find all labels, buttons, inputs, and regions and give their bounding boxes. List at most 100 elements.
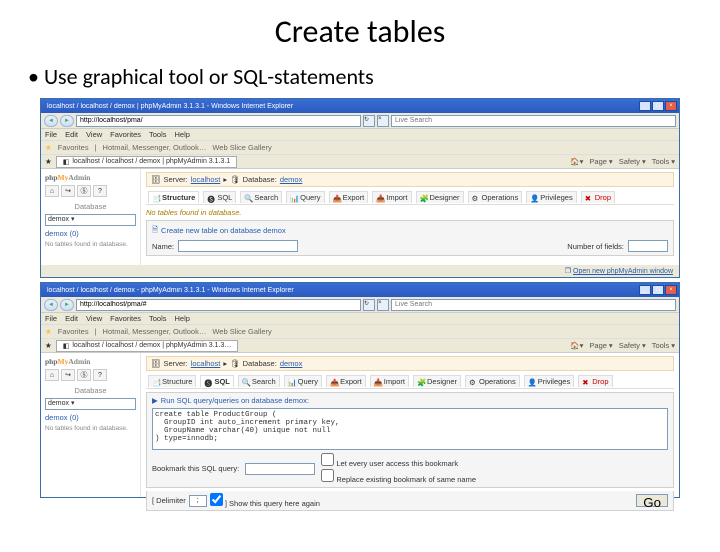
tab-query[interactable]: 📊Query: [284, 375, 322, 387]
menu-edit[interactable]: Edit: [65, 314, 78, 323]
tab-export[interactable]: 📤Export: [329, 191, 369, 203]
menu-file[interactable]: File: [45, 314, 57, 323]
refresh-button[interactable]: ↻: [363, 299, 375, 311]
tab-operations[interactable]: ⚙Operations: [465, 375, 520, 387]
menu-edit[interactable]: Edit: [65, 130, 78, 139]
tab-privileges[interactable]: 👤Privileges: [526, 191, 577, 203]
docs-icon[interactable]: ?: [93, 185, 107, 197]
page-menu[interactable]: Page ▾: [589, 341, 612, 350]
home-icon[interactable]: ⌂: [45, 185, 59, 197]
back-button[interactable]: ◄: [44, 115, 58, 127]
close-button[interactable]: ×: [665, 285, 677, 295]
go-button[interactable]: Go: [636, 494, 668, 507]
sql-textarea[interactable]: [152, 408, 668, 450]
maximize-button[interactable]: □: [652, 101, 664, 111]
tab-search[interactable]: 🔍Search: [238, 375, 280, 387]
favorite-link-2[interactable]: Web Slice Gallery: [212, 143, 271, 152]
tab-query[interactable]: 📊Query: [286, 191, 324, 203]
close-button[interactable]: ×: [665, 101, 677, 111]
breadcrumb-db[interactable]: demox: [280, 175, 303, 184]
stop-button[interactable]: ×: [377, 115, 389, 127]
search-input[interactable]: [391, 115, 676, 127]
menu-view[interactable]: View: [86, 130, 102, 139]
sql-icon[interactable]: Ⓢ: [77, 185, 91, 197]
add-favorite-icon[interactable]: ★: [45, 157, 52, 166]
menu-help[interactable]: Help: [175, 314, 190, 323]
tab-sql[interactable]: 🅢SQL: [200, 375, 233, 387]
tab-designer[interactable]: 🧩Designer: [416, 191, 464, 203]
new-window-icon: ❐: [565, 268, 571, 275]
tab-designer[interactable]: 🧩Designer: [413, 375, 461, 387]
safety-menu[interactable]: Safety ▾: [619, 341, 646, 350]
search-input[interactable]: [391, 299, 676, 311]
open-new-window-link[interactable]: Open new phpMyAdmin window: [573, 268, 673, 275]
tab-structure[interactable]: 📑Structure: [148, 191, 199, 203]
tab-import[interactable]: 📥Import: [372, 191, 411, 203]
favorites-star-icon[interactable]: ★: [45, 327, 52, 336]
cb-replace[interactable]: Replace existing bookmark of same name: [321, 469, 476, 484]
database-select[interactable]: demox ▾: [45, 398, 136, 410]
stop-button[interactable]: ×: [377, 299, 389, 311]
home-menu[interactable]: 🏠▾: [570, 341, 583, 350]
sql-icon[interactable]: Ⓢ: [77, 369, 91, 381]
add-favorite-icon[interactable]: ★: [45, 341, 52, 350]
database-select[interactable]: demox ▾: [45, 214, 136, 226]
home-icon[interactable]: ⌂: [45, 369, 59, 381]
minimize-button[interactable]: _: [639, 285, 651, 295]
tab-structure[interactable]: 📑Structure: [148, 375, 196, 387]
bookmark-input[interactable]: [245, 463, 315, 475]
docs-icon[interactable]: ?: [93, 369, 107, 381]
home-menu[interactable]: 🏠▾: [570, 157, 583, 166]
menu-file[interactable]: File: [45, 130, 57, 139]
logout-icon[interactable]: ↪: [61, 185, 75, 197]
create-table-fieldset: 🗎Create new table on database demox Name…: [146, 220, 674, 256]
back-button[interactable]: ◄: [44, 299, 58, 311]
cb-show-again[interactable]: ] Show this query here again: [210, 493, 320, 508]
menu-favorites[interactable]: Favorites: [110, 130, 141, 139]
address-bar[interactable]: [76, 115, 361, 127]
tab-privileges[interactable]: 👤Privileges: [524, 375, 575, 387]
breadcrumb-db[interactable]: demox: [280, 359, 303, 368]
no-tables-msg-side: No tables found in database.: [45, 241, 136, 248]
tab-sql[interactable]: 🅢SQL: [203, 191, 236, 203]
logout-icon[interactable]: ↪: [61, 369, 75, 381]
browser-tab[interactable]: ◧localhost / localhost / demox | phpMyAd…: [56, 156, 237, 168]
delimiter-input[interactable]: [189, 495, 207, 507]
menu-tools[interactable]: Tools: [149, 314, 167, 323]
forward-button[interactable]: ►: [60, 299, 74, 311]
slide-title: Create tables: [0, 12, 720, 51]
forward-button[interactable]: ►: [60, 115, 74, 127]
safety-menu[interactable]: Safety ▾: [619, 157, 646, 166]
maximize-button[interactable]: □: [652, 285, 664, 295]
tools-menu[interactable]: Tools ▾: [652, 341, 675, 350]
bookmark-label: Bookmark this SQL query:: [152, 464, 239, 473]
menu-view[interactable]: View: [86, 314, 102, 323]
tab-import[interactable]: 📥Import: [370, 375, 409, 387]
menu-favorites[interactable]: Favorites: [110, 314, 141, 323]
search-icon: 🔍: [244, 194, 252, 202]
menu-help[interactable]: Help: [175, 130, 190, 139]
cb-let-users[interactable]: Let every user access this bookmark: [321, 453, 476, 468]
breadcrumb-server[interactable]: localhost: [191, 359, 221, 368]
tab-export[interactable]: 📤Export: [326, 375, 366, 387]
menu-tools[interactable]: Tools: [149, 130, 167, 139]
tab-operations[interactable]: ⚙Operations: [468, 191, 523, 203]
page-menu[interactable]: Page ▾: [589, 157, 612, 166]
favorite-link-1[interactable]: Hotmail, Messenger, Outlook…: [103, 327, 207, 336]
tab-drop[interactable]: ✖Drop: [578, 375, 612, 387]
database-link[interactable]: demox (0): [45, 229, 136, 238]
breadcrumb-server[interactable]: localhost: [191, 175, 221, 184]
refresh-button[interactable]: ↻: [363, 115, 375, 127]
table-name-input[interactable]: [178, 240, 298, 252]
favorite-link-2[interactable]: Web Slice Gallery: [212, 327, 271, 336]
num-fields-input[interactable]: [628, 240, 668, 252]
address-bar[interactable]: [76, 299, 361, 311]
favorites-star-icon[interactable]: ★: [45, 143, 52, 152]
tab-search[interactable]: 🔍Search: [240, 191, 282, 203]
minimize-button[interactable]: _: [639, 101, 651, 111]
database-link[interactable]: demox (0): [45, 413, 136, 422]
favorite-link-1[interactable]: Hotmail, Messenger, Outlook…: [103, 143, 207, 152]
tab-drop[interactable]: ✖Drop: [581, 191, 615, 203]
browser-tab[interactable]: ◧localhost / localhost / demox | phpMyAd…: [56, 340, 239, 352]
tools-menu[interactable]: Tools ▾: [652, 157, 675, 166]
